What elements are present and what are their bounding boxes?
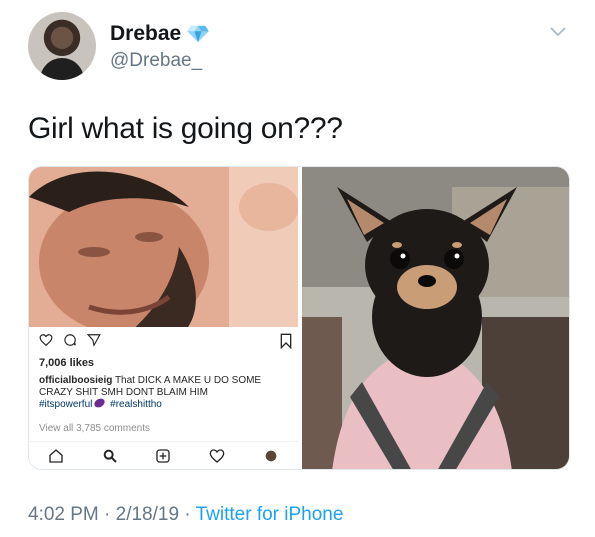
profile-icon[interactable]	[263, 448, 279, 464]
display-name-row: Drebae	[110, 22, 210, 46]
comment-icon[interactable]	[63, 333, 77, 347]
view-comments-link[interactable]: View all 3,785 comments	[39, 423, 150, 434]
instagram-actions	[39, 333, 293, 349]
instagram-username[interactable]: officialboosieig	[39, 375, 112, 386]
bookmark-icon[interactable]	[279, 333, 293, 349]
tweet-text: Girl what is going on???	[28, 112, 343, 145]
chevron-down-icon[interactable]	[549, 26, 567, 38]
instagram-nav-bar	[29, 441, 298, 469]
add-icon[interactable]	[155, 448, 171, 464]
search-icon[interactable]	[102, 448, 118, 464]
avatar-shirt	[40, 58, 84, 80]
instagram-caption: officialboosieig That DICK A MAKE U DO S…	[39, 375, 291, 411]
avatar[interactable]	[28, 12, 96, 80]
verified-diamond-icon	[187, 25, 210, 43]
dog-image[interactable]	[302, 167, 569, 469]
heart-icon[interactable]	[39, 333, 53, 347]
tweet-timestamp[interactable]: 4:02 PM · 2/18/19 ·	[28, 504, 191, 525]
send-icon[interactable]	[87, 333, 101, 347]
tweet: Drebae @Drebae_ Girl what is going on???	[0, 0, 595, 537]
user-handle[interactable]: @Drebae_	[110, 50, 202, 72]
instagram-hashtag[interactable]: #realshittho	[110, 399, 162, 410]
instagram-hashtag[interactable]: #itspowerful	[39, 399, 92, 410]
home-icon[interactable]	[48, 448, 64, 464]
activity-heart-icon[interactable]	[209, 448, 225, 464]
eggplant-emoji-icon	[93, 396, 107, 410]
tweet-source[interactable]: Twitter for iPhone	[196, 504, 344, 525]
display-name[interactable]: Drebae	[110, 22, 181, 46]
instagram-screenshot-image[interactable]: 7,006 likes officialboosieig That DICK A…	[29, 167, 298, 469]
instagram-likes: 7,006 likes	[39, 357, 95, 369]
tweet-footer: 4:02 PM · 2/18/19 · Twitter for iPhone	[28, 504, 343, 526]
tweet-media[interactable]: 7,006 likes officialboosieig That DICK A…	[28, 166, 570, 470]
instagram-photo	[29, 167, 298, 327]
